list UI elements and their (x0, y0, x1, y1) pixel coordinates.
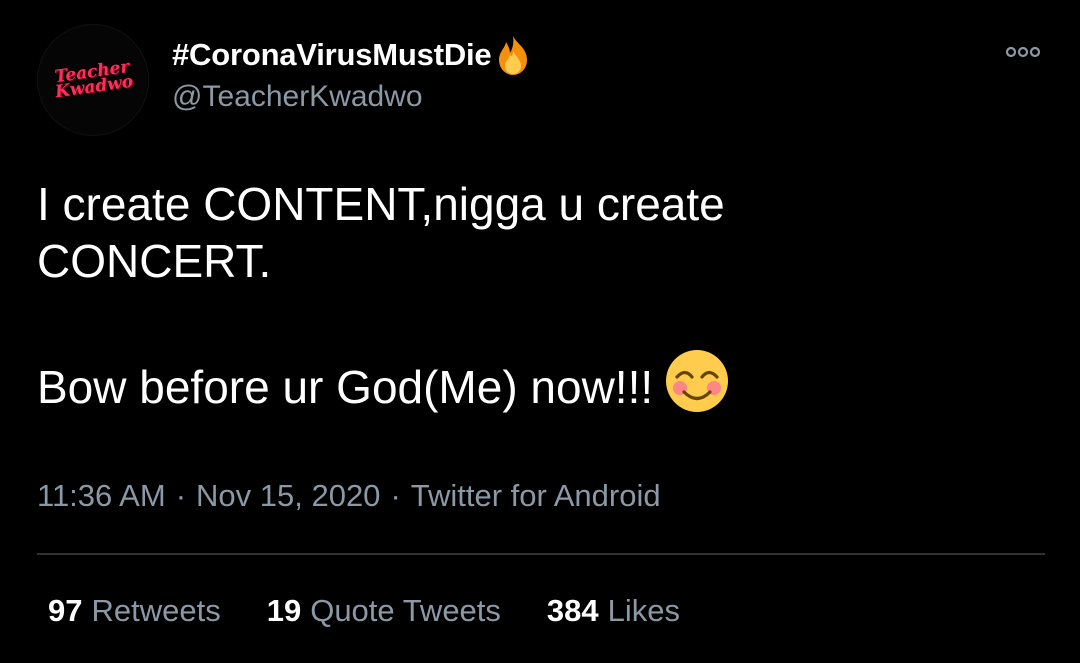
fire-icon (493, 34, 533, 76)
avatar[interactable]: Teacher Kwadwo (37, 24, 149, 136)
meta-separator: · (175, 478, 187, 513)
likes-label: Likes (607, 593, 681, 628)
retweets-label: Retweets (91, 593, 221, 628)
tweet-meta: 11:36 AM · Nov 15, 2020 · Twitter for Androi… (37, 478, 661, 514)
tweet-date[interactable]: Nov 15, 2020 (196, 478, 380, 513)
meta-separator: · (390, 478, 401, 513)
more-options-icon[interactable] (1000, 40, 1046, 64)
author-name-row[interactable]: #CoronaVirusMustDie (172, 33, 533, 77)
tweet-text: I create CONTENT,nigga u create CONCERT.… (37, 178, 725, 413)
likes-stat[interactable]: 384 Likes (547, 593, 680, 629)
likes-count: 384 (546, 593, 599, 628)
retweets-count: 97 (48, 593, 83, 628)
quote-tweets-label: Quote Tweets (310, 593, 501, 628)
tweet-body: I create CONTENT,nigga u create CONCERT.… (37, 176, 1027, 416)
author-handle[interactable]: @TeacherKwadwo (172, 80, 423, 114)
tweet-time[interactable]: 11:36 AM (37, 478, 166, 513)
avatar-logo: Teacher Kwadwo (53, 56, 135, 103)
display-name[interactable]: #CoronaVirusMustDie (172, 37, 492, 73)
engagement-stats: 97 Retweets 19 Quote Tweets 384 Likes (48, 593, 726, 629)
divider (37, 553, 1045, 555)
tweet-source[interactable]: Twitter for Android (411, 478, 661, 513)
smiling-face-icon (663, 347, 731, 415)
quote-tweets-count: 19 (266, 593, 302, 628)
quote-tweets-stat[interactable]: 19 Quote Tweets (267, 593, 501, 629)
retweets-stat[interactable]: 97 Retweets (48, 593, 221, 629)
